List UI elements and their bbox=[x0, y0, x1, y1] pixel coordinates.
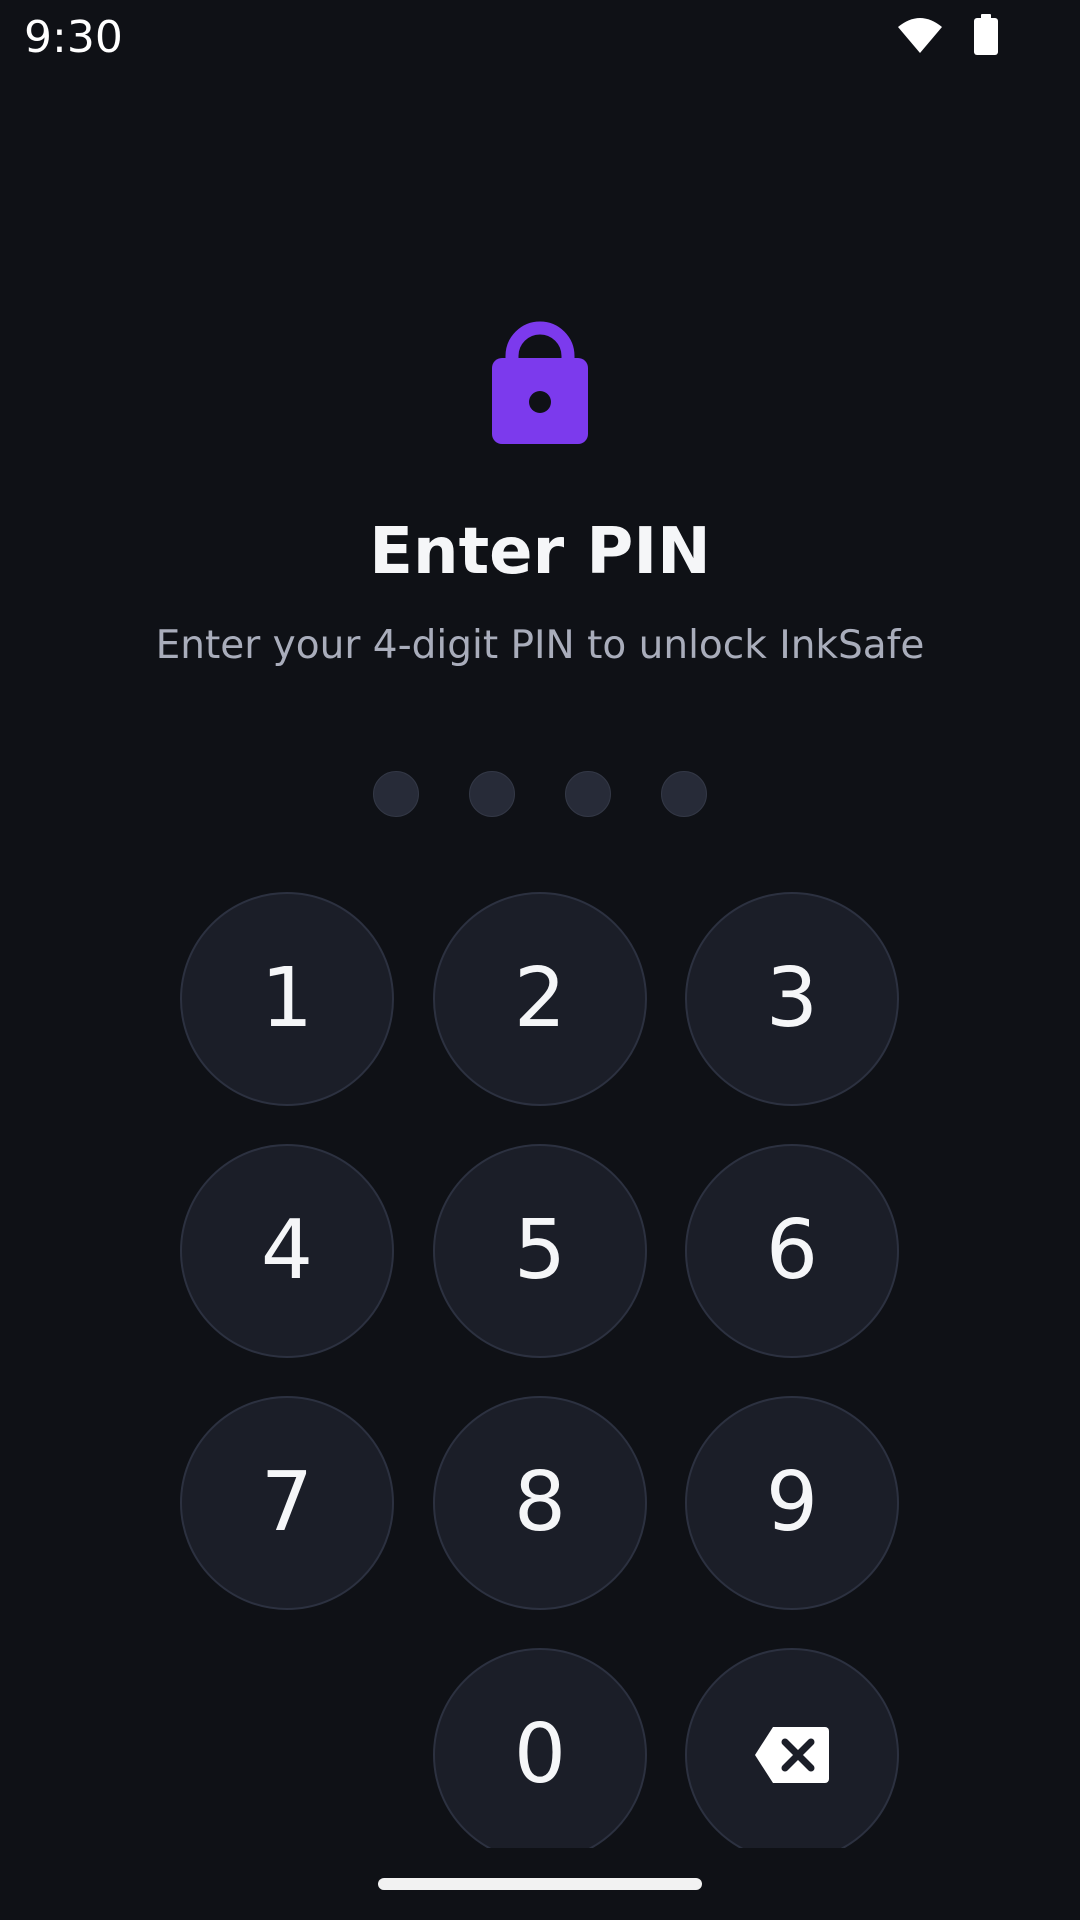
key-4-label: 4 bbox=[260, 1203, 314, 1298]
key-3[interactable]: 3 bbox=[685, 892, 899, 1106]
keypad: 1 2 3 4 5 6 7 8 9 0 bbox=[0, 0, 1080, 1848]
backspace-button[interactable] bbox=[685, 1648, 899, 1848]
key-9-label: 9 bbox=[765, 1455, 819, 1550]
status-icons bbox=[896, 14, 1000, 56]
backspace-icon bbox=[755, 1727, 829, 1783]
key-8[interactable]: 8 bbox=[433, 1396, 647, 1610]
key-1[interactable]: 1 bbox=[180, 892, 394, 1106]
key-0[interactable]: 0 bbox=[433, 1648, 647, 1848]
home-indicator[interactable] bbox=[378, 1878, 702, 1890]
lock-icon bbox=[490, 316, 590, 446]
key-3-label: 3 bbox=[765, 951, 819, 1046]
key-0-label: 0 bbox=[513, 1707, 567, 1802]
wifi-icon bbox=[896, 15, 944, 55]
key-4[interactable]: 4 bbox=[180, 1144, 394, 1358]
key-9[interactable]: 9 bbox=[685, 1396, 899, 1610]
key-6-label: 6 bbox=[765, 1203, 819, 1298]
pin-dot-4 bbox=[661, 771, 707, 817]
battery-icon bbox=[972, 14, 1000, 56]
key-2[interactable]: 2 bbox=[433, 892, 647, 1106]
page-title: Enter PIN bbox=[369, 515, 711, 589]
key-7-label: 7 bbox=[260, 1455, 314, 1550]
key-8-label: 8 bbox=[513, 1455, 567, 1550]
key-5-label: 5 bbox=[513, 1203, 567, 1298]
pin-lock-screen: 9:30 Enter PIN Enter your 4-digit PIN to… bbox=[0, 0, 1080, 1920]
key-6[interactable]: 6 bbox=[685, 1144, 899, 1358]
pin-dot-3 bbox=[565, 771, 611, 817]
key-5[interactable]: 5 bbox=[433, 1144, 647, 1358]
key-1-label: 1 bbox=[260, 951, 314, 1046]
page-subtitle: Enter your 4-digit PIN to unlock InkSafe bbox=[155, 623, 925, 668]
key-7[interactable]: 7 bbox=[180, 1396, 394, 1610]
pin-dot-2 bbox=[469, 771, 515, 817]
key-2-label: 2 bbox=[513, 951, 567, 1046]
pin-indicator bbox=[0, 771, 1080, 819]
pin-dot-1 bbox=[373, 771, 419, 817]
status-time: 9:30 bbox=[24, 12, 123, 63]
status-bar: 9:30 bbox=[0, 0, 1080, 80]
